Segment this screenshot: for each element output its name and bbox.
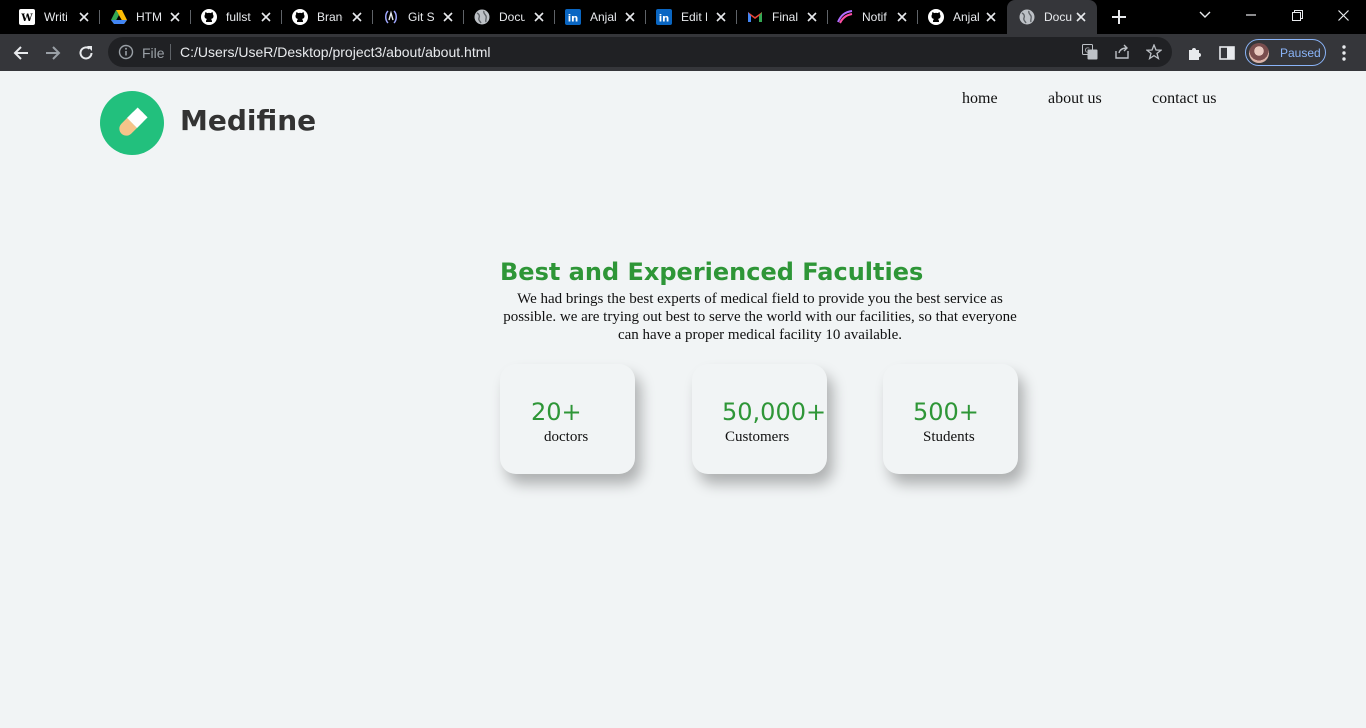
close-icon[interactable] [440,9,456,25]
github-icon [201,9,217,25]
arrow-left-icon [13,46,28,60]
browser-tab-strip: W Writi HTM fullst Branc Git St [0,0,1366,34]
avatar [1249,42,1269,63]
profile-status: Paused [1280,45,1321,60]
new-tab-button[interactable] [1109,7,1129,27]
svg-text:W: W [20,13,33,24]
back-button[interactable] [8,40,34,66]
brand-name[interactable]: Medifine [180,104,316,137]
stat-card-customers: 50,000+ Customers [692,364,827,474]
reload-icon [79,46,93,60]
url-scheme: File [142,45,165,61]
close-icon[interactable] [531,9,547,25]
close-icon[interactable] [167,9,183,25]
nav-about-us[interactable]: about us [1048,90,1102,108]
browser-tab[interactable]: Anjal [909,0,1007,34]
browser-tab[interactable]: Docu [455,0,555,34]
wordpress-icon: W [19,9,35,25]
stat-card-doctors: 20+ doctors [500,364,635,474]
browser-tab[interactable]: Git St [364,0,464,34]
section-description: We had brings the best experts of medica… [503,291,1017,343]
tab-search-button[interactable] [1182,0,1228,30]
close-icon [1337,9,1349,21]
nav-contact-us[interactable]: contact us [1152,90,1216,108]
close-icon[interactable] [1073,9,1089,25]
pill-logo-icon[interactable] [100,91,164,155]
forward-button[interactable] [40,40,66,66]
share-icon[interactable] [1114,44,1130,60]
browser-tab-active[interactable]: Docu [1007,0,1097,34]
stat-value: 500+ [913,398,979,426]
code-brackets-icon [383,9,399,25]
browser-tab[interactable]: W Writi [0,0,100,34]
svg-text:G: G [1085,47,1090,55]
stat-label: Customers [725,429,790,445]
arrow-right-icon [46,46,61,60]
google-drive-icon [111,9,127,25]
menu-button[interactable] [1335,44,1353,62]
restore-button[interactable] [1274,0,1320,30]
github-icon [292,9,308,25]
close-icon[interactable] [713,9,729,25]
minimize-icon [1246,14,1256,16]
svg-text:in: in [659,14,670,25]
translate-icon[interactable]: G [1082,44,1098,60]
browser-tab[interactable]: HTM [92,0,191,34]
reload-button[interactable] [73,40,99,66]
browser-tab[interactable]: in Anjal [546,0,646,34]
close-icon[interactable] [894,9,910,25]
linkedin-icon: in [656,9,672,25]
stat-card-students: 500+ Students [883,364,1018,474]
browser-tab[interactable]: in Edit M [637,0,737,34]
close-icon[interactable] [76,9,92,25]
stat-value: 50,000+ [722,398,827,426]
browser-tab[interactable]: Final [728,0,828,34]
restore-icon [1291,9,1303,21]
chevron-down-icon [1199,11,1211,18]
close-icon[interactable] [258,9,274,25]
profile-button[interactable]: Paused [1245,39,1326,66]
notification-icon [837,9,853,25]
kebab-menu-icon [1342,45,1346,61]
close-icon[interactable] [983,9,999,25]
linkedin-icon: in [565,9,581,25]
close-window-button[interactable] [1320,0,1366,30]
side-panel-icon[interactable] [1218,44,1236,62]
close-icon[interactable] [349,9,365,25]
browser-tab[interactable]: Branc [273,0,373,34]
info-icon[interactable] [118,44,134,60]
extensions-icon[interactable] [1186,44,1204,62]
stat-label: Students [923,429,975,445]
section-title: Best and Experienced Faculties [500,258,924,286]
browser-toolbar: File C:/Users/UseR/Desktop/project3/abou… [0,34,1366,71]
globe-icon [1019,9,1035,25]
minimize-button[interactable] [1228,0,1274,30]
globe-icon [474,9,490,25]
svg-text:in: in [568,14,579,25]
gmail-icon [747,9,763,25]
browser-tab[interactable]: Notif [818,0,918,34]
nav-home[interactable]: home [962,90,998,108]
url-text[interactable]: C:/Users/UseR/Desktop/project3/about/abo… [180,44,490,60]
address-bar[interactable]: File C:/Users/UseR/Desktop/project3/abou… [108,37,1172,67]
browser-tab[interactable]: fullst [182,0,282,34]
github-icon [928,9,944,25]
bookmark-star-icon[interactable] [1146,44,1162,60]
plus-icon [1112,10,1126,24]
close-icon[interactable] [622,9,638,25]
address-divider [170,44,171,60]
stat-value: 20+ [531,398,582,426]
stat-label: doctors [544,429,589,445]
